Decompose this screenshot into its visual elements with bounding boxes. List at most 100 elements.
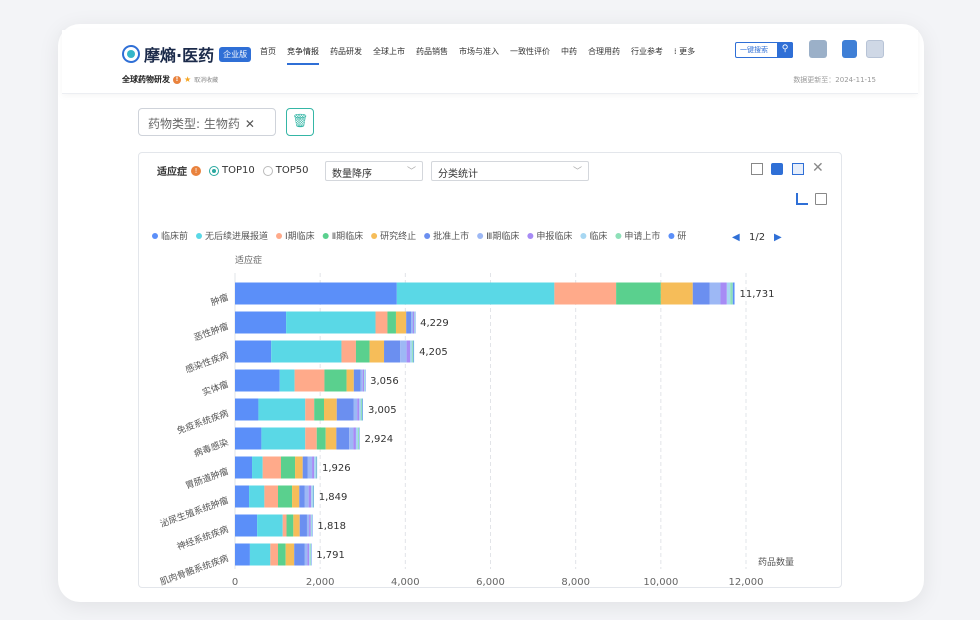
bar-segment — [314, 456, 316, 479]
category-label: 实体瘤 — [201, 378, 230, 399]
legend-marker — [196, 233, 203, 239]
legend-item[interactable]: Ⅲ期临床 — [486, 230, 519, 242]
bar-segment — [414, 311, 416, 334]
bar-segment — [353, 427, 356, 450]
bar-segment — [341, 340, 356, 363]
bar-segment — [413, 340, 415, 363]
legend-next-icon[interactable]: ▶ — [774, 232, 782, 243]
bar-total-label: 1,818 — [317, 521, 346, 532]
legend-marker — [580, 233, 587, 239]
bar-segment — [286, 311, 376, 334]
bar-total-label: 11,731 — [740, 289, 775, 300]
bar-segment — [732, 282, 735, 305]
bar-segment — [346, 369, 354, 392]
legend-item[interactable]: Ⅰ期临床 — [285, 230, 315, 242]
bar-segment — [252, 456, 263, 479]
bar-segment — [249, 485, 265, 508]
bar-segment — [307, 456, 313, 479]
bar-segment — [305, 398, 315, 421]
bar-segment — [412, 311, 415, 334]
x-tick-label: 6,000 — [476, 577, 505, 588]
bar-segment — [270, 543, 279, 566]
bar-segment — [235, 456, 253, 479]
bar-segment — [264, 485, 279, 508]
legend-pager: 1/2 — [749, 232, 765, 243]
legend-prev-icon[interactable]: ◀ — [732, 232, 740, 243]
bar-segment — [235, 369, 280, 392]
bar-segment — [293, 514, 300, 537]
bar-segment — [355, 340, 370, 363]
bar-segment — [720, 282, 727, 305]
legend-marker — [477, 233, 484, 239]
bar-segment — [235, 485, 250, 508]
bar-segment — [311, 485, 313, 508]
bar-segment — [616, 282, 661, 305]
bar-segment — [235, 427, 262, 450]
stacked-bar-chart: 0 2,000 4,000 6,000 8,000 10,000 12,000 适应症药品数量… — [152, 230, 794, 588]
bar-segment — [294, 369, 325, 392]
bar-segment — [312, 514, 313, 537]
bar-segment — [336, 398, 354, 421]
x-tick-label: 2,000 — [306, 577, 335, 588]
bar-segment — [362, 369, 365, 392]
bar-segment — [357, 398, 360, 421]
legend-marker — [527, 233, 534, 239]
category-label: 泌尿生殖系统肿瘤 — [158, 494, 230, 530]
legend-item[interactable]: Ⅱ期临床 — [332, 230, 363, 242]
bar-total-label: 4,205 — [419, 347, 448, 358]
bar-segment — [235, 514, 258, 537]
bar-segment — [304, 485, 309, 508]
x-tick-label: 12,000 — [729, 577, 764, 588]
bar-segment — [359, 398, 362, 421]
legend-item[interactable]: 申请上市 — [624, 230, 660, 242]
legend-item[interactable]: 批准上市 — [433, 230, 469, 242]
bar-segment — [295, 456, 303, 479]
legend-marker — [152, 233, 158, 239]
bar-segment — [235, 543, 250, 566]
bar-segment — [304, 543, 308, 566]
legend-marker — [668, 233, 675, 239]
bar-segment — [280, 456, 296, 479]
bar-segment — [384, 340, 401, 363]
bar-segment — [387, 311, 396, 334]
bar-segment — [278, 485, 293, 508]
bar-segment — [359, 427, 360, 450]
bar-segment — [262, 456, 281, 479]
bar-segment — [353, 369, 361, 392]
bar-segment — [278, 543, 286, 566]
bar-segment — [660, 282, 693, 305]
bar-segment — [730, 282, 733, 305]
legend-item[interactable]: 临床前 — [161, 230, 188, 242]
bar-segment — [299, 485, 305, 508]
bar-segment — [257, 514, 283, 537]
legend-item[interactable]: 无后续进展报道 — [205, 230, 268, 242]
bar-segment — [235, 282, 397, 305]
bar-segment — [709, 282, 721, 305]
bar-total-label: 2,924 — [365, 434, 394, 445]
bar-segment — [310, 514, 312, 537]
bar-segment — [316, 427, 326, 450]
bar-segment — [312, 456, 315, 479]
legend-item[interactable]: 申报临床 — [536, 230, 572, 242]
bar-segment — [412, 340, 414, 363]
category-label: 免疫系统疾病 — [175, 407, 230, 437]
bar-segment — [316, 456, 318, 479]
bar-segment — [249, 543, 271, 566]
bar-segment — [411, 311, 413, 334]
legend-marker — [276, 233, 283, 239]
bar-segment — [258, 398, 306, 421]
x-tick-label: 10,000 — [643, 577, 678, 588]
bar-segment — [315, 456, 317, 479]
legend-marker — [615, 233, 622, 239]
bar-segment — [294, 543, 305, 566]
bar-segment — [395, 311, 407, 334]
legend-item[interactable]: 研 — [677, 231, 686, 242]
x-axis-title: 药品数量 — [758, 556, 794, 568]
bar-segment — [310, 543, 312, 566]
x-tick-label: 0 — [232, 577, 238, 588]
bar-segment — [400, 340, 407, 363]
legend-item[interactable]: 临床 — [589, 230, 607, 242]
legend-item[interactable]: 研究终止 — [380, 230, 416, 242]
bar-total-label: 1,926 — [322, 463, 351, 474]
bar-segment — [271, 340, 342, 363]
